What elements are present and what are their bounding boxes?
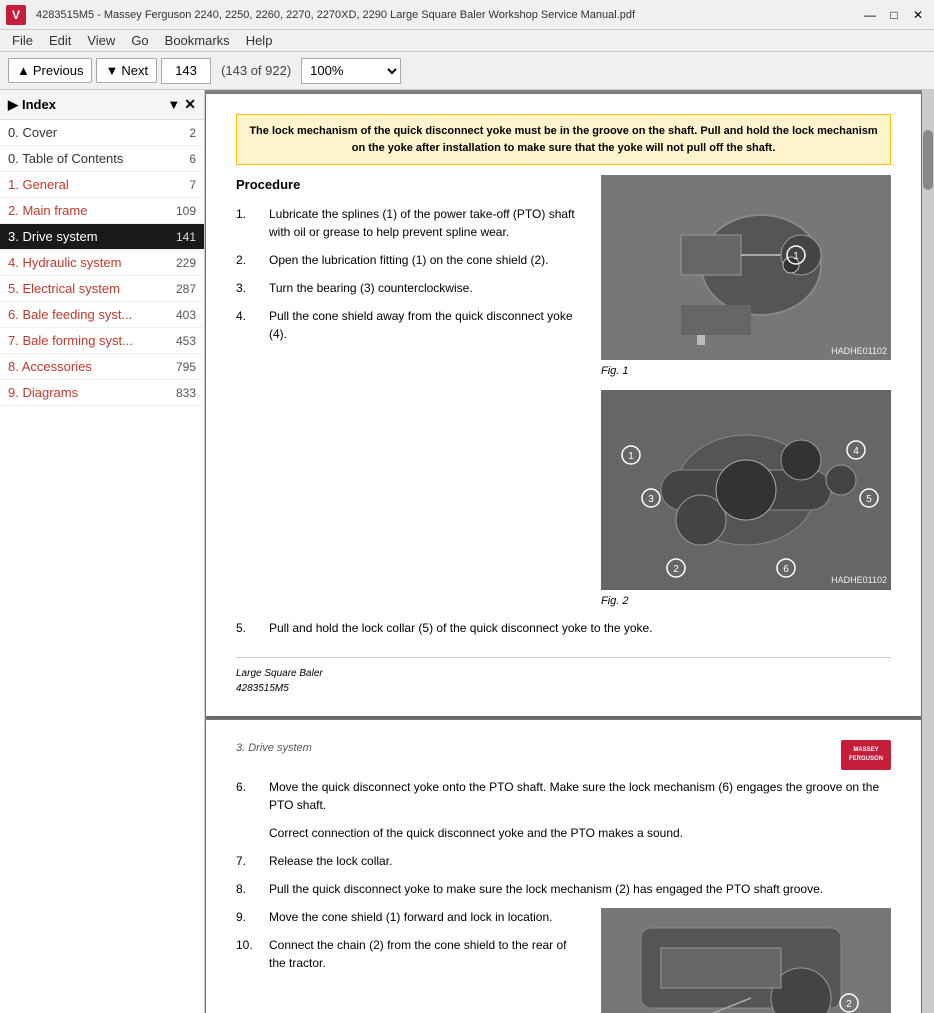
- footer-title: Large Square Baler: [236, 666, 891, 681]
- sidebar-item-cover[interactable]: 0. Cover 2: [0, 120, 204, 146]
- maximize-button[interactable]: □: [884, 5, 904, 25]
- step-8: 8. Pull the quick disconnect yoke to mak…: [236, 880, 891, 898]
- minimize-button[interactable]: —: [860, 5, 880, 25]
- step-10: 10. Connect the chain (2) from the cone …: [236, 936, 586, 972]
- page-footer-1: Large Square Baler 4283515M5: [236, 657, 891, 696]
- sidebar-item-general[interactable]: 1. General 7: [0, 172, 204, 198]
- figure-3-area: 2: [601, 908, 891, 1013]
- menu-go[interactable]: Go: [123, 31, 156, 50]
- pdf-page-2: MASSEYFERGUSON 3. Drive system 6. Move t…: [206, 720, 921, 1013]
- figure-1-label: HADHE01102: [831, 345, 887, 359]
- window-controls: — □ ✕: [860, 5, 928, 25]
- title-bar: V 4283515M5 - Massey Ferguson 2240, 2250…: [0, 0, 934, 30]
- step-9: 9. Move the cone shield (1) forward and …: [236, 908, 586, 926]
- svg-text:1: 1: [628, 451, 634, 462]
- window-title: 4283515M5 - Massey Ferguson 2240, 2250, …: [36, 9, 860, 21]
- svg-text:2: 2: [846, 999, 852, 1010]
- sidebar-header: ▶ Index ▼ ✕: [0, 90, 204, 120]
- menu-view[interactable]: View: [79, 31, 123, 50]
- svg-text:6: 6: [783, 564, 789, 575]
- svg-text:5: 5: [866, 494, 872, 505]
- dropdown-icon[interactable]: ▼: [167, 97, 180, 112]
- svg-text:4: 4: [853, 446, 859, 457]
- menu-bookmarks[interactable]: Bookmarks: [157, 31, 238, 50]
- close-button[interactable]: ✕: [908, 5, 928, 25]
- pdf-content[interactable]: The lock mechanism of the quick disconne…: [205, 90, 922, 1013]
- sidebar-item-drivesystem[interactable]: 3. Drive system 141: [0, 224, 204, 250]
- chevron-down-icon: ▼: [105, 63, 118, 78]
- svg-text:2: 2: [673, 564, 679, 575]
- menu-bar: File Edit View Go Bookmarks Help: [0, 30, 934, 52]
- footer-model: 4283515M5: [236, 681, 891, 696]
- main-layout: ▶ Index ▼ ✕ 0. Cover 2 0. Table of Conte…: [0, 90, 934, 1013]
- pdf-page-1: The lock mechanism of the quick disconne…: [206, 94, 921, 716]
- figure-2-area: 1 2 3 4 5 6 HADHE01102 Fig. 2: [601, 390, 891, 610]
- figure-1-area: 1 HADHE01102 Fig. 1: [601, 175, 891, 380]
- step-5: 5. Pull and hold the lock collar (5) of …: [236, 619, 891, 637]
- sidebar-item-diagrams[interactable]: 9. Diagrams 833: [0, 380, 204, 406]
- menu-file[interactable]: File: [4, 31, 41, 50]
- figure-2-caption: Fig. 2: [601, 593, 891, 610]
- step-1: 1. Lubricate the splines (1) of the powe…: [236, 205, 586, 241]
- svg-text:3: 3: [648, 494, 654, 505]
- expand-icon[interactable]: ▶: [8, 97, 18, 113]
- figure-2-image: 1 2 3 4 5 6 HADHE01102: [601, 390, 891, 590]
- section-header: 3. Drive system: [236, 740, 891, 757]
- sidebar: ▶ Index ▼ ✕ 0. Cover 2 0. Table of Conte…: [0, 90, 205, 1013]
- vscrollbar-thumb[interactable]: [923, 130, 933, 190]
- step-2: 2. Open the lubrication fitting (1) on t…: [236, 251, 586, 269]
- step-6-note: Correct connection of the quick disconne…: [269, 824, 891, 842]
- sidebar-item-accessories[interactable]: 8. Accessories 795: [0, 354, 204, 380]
- figure-1-image: 1 HADHE01102: [601, 175, 891, 360]
- sidebar-item-mainframe[interactable]: 2. Main frame 109: [0, 198, 204, 224]
- menu-edit[interactable]: Edit: [41, 31, 79, 50]
- menu-help[interactable]: Help: [238, 31, 281, 50]
- sidebar-item-hydraulic[interactable]: 4. Hydraulic system 229: [0, 250, 204, 276]
- vertical-scrollbar[interactable]: [922, 90, 934, 1013]
- step-4: 4. Pull the cone shield away from the qu…: [236, 307, 586, 343]
- app-icon: V: [6, 5, 26, 25]
- step-6: 6. Move the quick disconnect yoke onto t…: [236, 778, 891, 814]
- prev-button[interactable]: ▲ Previous: [8, 58, 92, 83]
- close-sidebar-icon[interactable]: ✕: [184, 96, 196, 113]
- page-count: (143 of 922): [215, 63, 297, 78]
- sidebar-title: Index: [22, 97, 167, 112]
- figure-3-image: 2: [601, 908, 891, 1013]
- figure-1-caption: Fig. 1: [601, 363, 891, 380]
- page-input[interactable]: [161, 58, 211, 84]
- sidebar-item-baleforming[interactable]: 7. Bale forming syst... 453: [0, 328, 204, 354]
- sidebar-item-toc[interactable]: 0. Table of Contents 6: [0, 146, 204, 172]
- sidebar-item-electrical[interactable]: 5. Electrical system 287: [0, 276, 204, 302]
- step-7: 7. Release the lock collar.: [236, 852, 891, 870]
- toolbar: ▲ Previous ▼ Next (143 of 922) 100% 50% …: [0, 52, 934, 90]
- sidebar-item-balefeeding[interactable]: 6. Bale feeding syst... 403: [0, 302, 204, 328]
- zoom-select[interactable]: 100% 50% 75% 125% 150% 200%: [301, 58, 401, 84]
- warning-box: The lock mechanism of the quick disconne…: [236, 114, 891, 165]
- next-button[interactable]: ▼ Next: [96, 58, 157, 83]
- svg-text:1: 1: [793, 251, 799, 262]
- figure-2-label: HADHE01102: [831, 574, 887, 588]
- chevron-up-icon: ▲: [17, 63, 30, 78]
- massey-logo: MASSEYFERGUSON: [841, 740, 891, 770]
- step-3: 3. Turn the bearing (3) counterclockwise…: [236, 279, 586, 297]
